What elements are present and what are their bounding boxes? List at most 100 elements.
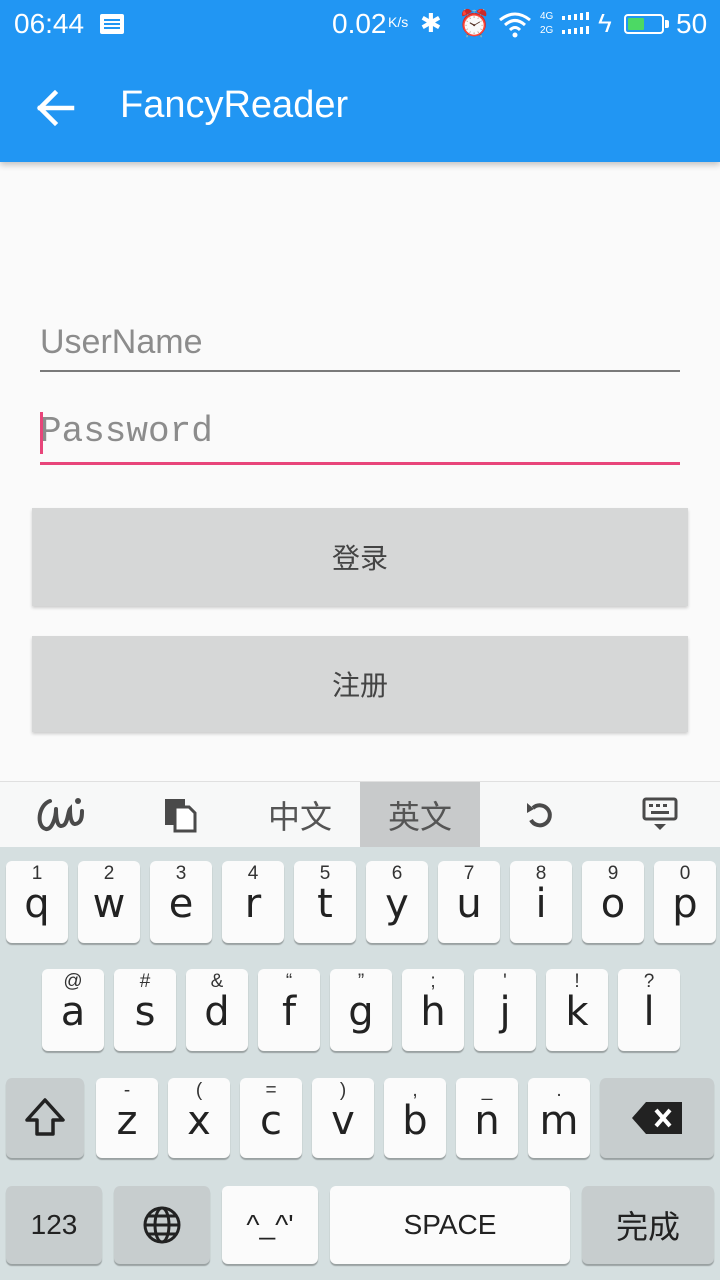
key-s-label: s <box>134 989 156 1035</box>
arrow-back-icon[interactable] <box>26 78 86 138</box>
emoticon-key[interactable]: ^_^' <box>222 1186 318 1264</box>
handwriting-button[interactable] <box>0 782 120 848</box>
key-b-label: b <box>402 1098 428 1144</box>
chinese-mode-button[interactable]: 中文 <box>240 782 360 848</box>
keyboard-hide-icon <box>642 797 678 830</box>
key-d[interactable]: & d <box>186 969 248 1051</box>
hide-keyboard-button[interactable] <box>600 782 720 848</box>
bluetooth-icon: ✱ <box>420 8 442 38</box>
key-v-label: v <box>331 1098 355 1144</box>
status-bar: 06:44 0.02 K/s ✱ ⏰ 4G 2G ϟ 50 <box>0 0 720 50</box>
english-mode-button[interactable]: 英文 <box>360 782 480 848</box>
backspace-icon <box>632 1102 682 1134</box>
key-s[interactable]: # s <box>114 969 176 1051</box>
key-r[interactable]: 4r <box>222 861 284 943</box>
key-q[interactable]: 1q <box>6 861 68 943</box>
globe-icon <box>143 1206 181 1244</box>
network-type-1: 4G <box>540 11 554 22</box>
username-input[interactable] <box>40 318 680 366</box>
key-a-label: a <box>60 989 86 1035</box>
key-p[interactable]: 0p <box>654 861 716 943</box>
key-i[interactable]: 8i <box>510 861 572 943</box>
password-field[interactable] <box>40 404 680 465</box>
keyboard: 1 q 2 w 3 e 4 r 5 t 6 y 7 u 8 i 9 o 0 p @ a # s & d “f” g; h ' j! k? l - z… <box>0 847 720 1280</box>
key-v[interactable]: ) v <box>312 1078 374 1158</box>
key-q-label: q <box>24 881 50 927</box>
battery-fill <box>628 18 644 30</box>
app-title: FancyReader <box>120 84 349 126</box>
key-j-label: j <box>499 989 511 1035</box>
key-n[interactable]: _ n <box>456 1078 518 1158</box>
key-d-label: d <box>204 989 230 1035</box>
battery-tip <box>665 20 669 28</box>
key-h-label: h <box>420 989 446 1035</box>
charging-icon: ϟ <box>598 8 612 38</box>
key-x-label: x <box>187 1098 211 1144</box>
key-u[interactable]: 7u <box>438 861 500 943</box>
clipboard-icon <box>165 799 197 833</box>
key-x[interactable]: (x <box>168 1078 230 1158</box>
network-speed-unit: K/s <box>388 14 409 30</box>
wifi-icon <box>499 12 531 38</box>
app-bar: 06:44 0.02 K/s ✱ ⏰ 4G 2G ϟ 50 FancyReade… <box>0 0 720 162</box>
key-y-label: y <box>385 881 409 927</box>
clipboard-button[interactable] <box>120 782 240 848</box>
keyboard-toolbar: 中文 英文 <box>0 781 720 848</box>
key-i-label: i <box>535 881 547 927</box>
shift-key[interactable] <box>6 1078 84 1158</box>
key-t[interactable]: 5t <box>294 861 356 943</box>
shift-icon <box>25 1098 65 1136</box>
battery-icon <box>624 14 664 34</box>
username-field[interactable] <box>40 318 680 372</box>
key-j[interactable]: ' j <box>474 969 536 1051</box>
network-speed: 0.02 <box>332 8 387 39</box>
key-l[interactable]: ? l <box>618 969 680 1051</box>
key-o[interactable]: 9o <box>582 861 644 943</box>
login-button[interactable]: 登录 <box>32 508 688 606</box>
key-m-label: m <box>539 1098 579 1144</box>
key-k[interactable]: ! k <box>546 969 608 1051</box>
key-p-label: p <box>672 881 698 927</box>
numbers-key-label: 123 <box>30 1209 78 1240</box>
key-f[interactable]: “f <box>258 969 320 1051</box>
key-r-label: r <box>244 881 262 927</box>
key-z-label: z <box>116 1098 138 1144</box>
numbers-key[interactable]: 123 <box>6 1186 102 1264</box>
key-a[interactable]: @ a <box>42 969 104 1051</box>
key-b[interactable]: ,b <box>384 1078 446 1158</box>
key-f-label: f <box>281 989 297 1035</box>
key-c[interactable]: = c <box>240 1078 302 1158</box>
signal-icon: 4G 2G <box>540 10 553 38</box>
key-y[interactable]: 6y <box>366 861 428 943</box>
key-u-label: u <box>456 881 482 927</box>
key-e[interactable]: 3e <box>150 861 212 943</box>
key-g[interactable]: ” g <box>330 969 392 1051</box>
register-button[interactable]: 注册 <box>32 636 688 732</box>
key-h[interactable]: ; h <box>402 969 464 1051</box>
alarm-icon: ⏰ <box>458 8 491 38</box>
key-k-label: k <box>565 989 589 1035</box>
key-w-label: w <box>92 881 126 927</box>
key-m[interactable]: .m <box>528 1078 590 1158</box>
text-caret <box>40 412 43 454</box>
signal-bars-icon <box>562 12 589 34</box>
done-key[interactable]: 完成 <box>582 1186 714 1264</box>
undo-button[interactable] <box>480 782 600 848</box>
key-c-label: c <box>260 1098 282 1144</box>
handwriting-icon <box>37 798 84 831</box>
language-key[interactable] <box>114 1186 210 1264</box>
network-type-2: 2G <box>540 25 554 36</box>
key-g-label: g <box>348 989 374 1035</box>
key-o-label: o <box>600 881 626 927</box>
undo-icon <box>527 803 552 828</box>
key-z[interactable]: -z <box>96 1078 158 1158</box>
key-t-label: t <box>317 881 333 927</box>
key-n-label: n <box>474 1098 500 1144</box>
password-input[interactable] <box>40 404 680 458</box>
space-key[interactable]: SPACE <box>330 1186 570 1264</box>
space-key-label: SPACE <box>403 1209 497 1240</box>
battery-level: 50 <box>676 8 708 39</box>
backspace-key[interactable] <box>600 1078 714 1158</box>
key-e-label: e <box>168 881 194 927</box>
key-w[interactable]: 2w <box>78 861 140 943</box>
